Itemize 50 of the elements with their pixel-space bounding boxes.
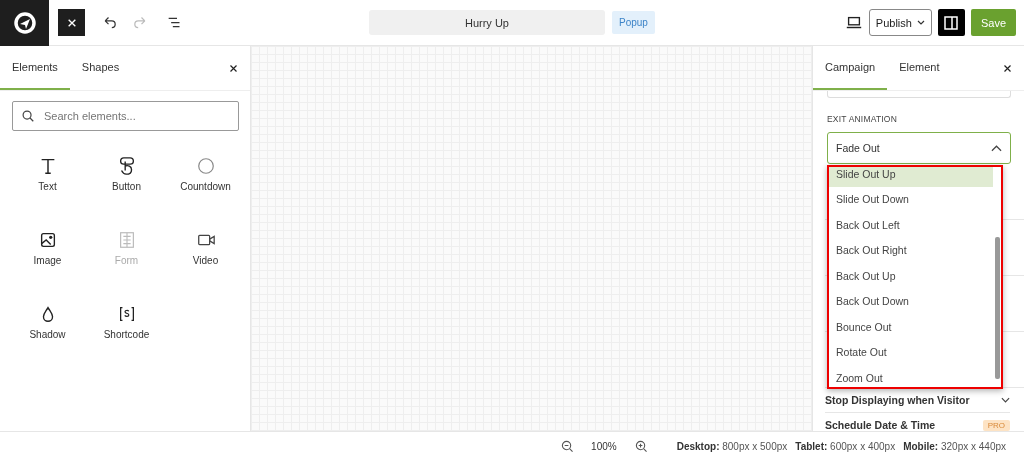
section-label: EXIT ANIMATION xyxy=(827,114,899,124)
list-icon[interactable] xyxy=(167,15,182,30)
search-field[interactable]: Search elements... xyxy=(12,101,239,131)
element-item[interactable]: Shortcode xyxy=(87,304,166,340)
dropdown-option[interactable]: Slide Out Down xyxy=(829,186,993,212)
dropdown-option[interactable]: Back Out Right xyxy=(829,237,993,263)
dropdown-option[interactable]: Back Out Left xyxy=(829,212,993,238)
logo-icon xyxy=(12,10,37,35)
pro-badge: PRO xyxy=(982,419,1010,431)
chevron-up-icon xyxy=(991,144,1002,152)
exit-animation-select[interactable]: Fade Out xyxy=(827,132,1011,164)
panel-tab[interactable]: Campaign xyxy=(813,46,888,90)
element-item[interactable]: Countdown xyxy=(166,156,245,192)
search-input[interactable]: Search elements... xyxy=(42,109,229,123)
popup-badge: Popup xyxy=(612,11,655,34)
dropdown-option[interactable]: Back Out Down xyxy=(829,288,993,314)
close-icon xyxy=(66,17,77,28)
close-icon xyxy=(229,63,238,73)
dropdown-option[interactable]: Rotate Out xyxy=(829,339,993,365)
close-icon xyxy=(1003,63,1012,73)
dropdown-option[interactable]: Zoom Out xyxy=(829,365,993,387)
publish-dropdown[interactable]: Publish xyxy=(868,9,932,36)
element-item[interactable]: Button xyxy=(87,156,166,192)
settings-section-title[interactable]: Schedule Date & Time xyxy=(825,419,936,431)
sidebar-toggle-button[interactable] xyxy=(937,9,965,36)
zoom-in-icon[interactable] xyxy=(634,440,647,452)
dropdown-option[interactable]: Slide Out Up xyxy=(829,167,993,187)
scrollbar-thumb[interactable] xyxy=(995,237,1000,379)
element-item[interactable]: Text xyxy=(8,156,87,192)
settings-section-title[interactable]: Stop Displaying when Visitor xyxy=(825,394,970,406)
zoom-out-icon[interactable] xyxy=(561,440,574,452)
panel-tab[interactable]: Element xyxy=(887,46,952,90)
element-item[interactable]: Shadow xyxy=(8,304,87,340)
dropdown-option[interactable]: Back Out Up xyxy=(829,263,993,289)
close-button[interactable] xyxy=(58,9,85,36)
panel-tab[interactable]: Shapes xyxy=(69,46,132,90)
element-item[interactable]: Image xyxy=(8,230,87,266)
input-field[interactable] xyxy=(827,91,1011,98)
chevron-down-icon xyxy=(1001,397,1010,403)
panel-icon xyxy=(944,15,959,30)
device-size-text: Mobile: 320px x 440px xyxy=(903,440,1006,452)
campaign-title-field[interactable]: Hurry Up xyxy=(369,10,605,35)
zoom-level: 100% xyxy=(591,440,617,452)
device-size-text: Desktop: 800px x 500px xyxy=(676,440,788,452)
element-item[interactable]: Video xyxy=(166,230,245,266)
dropdown-option[interactable]: Bounce Out xyxy=(829,314,993,340)
chevron-down-icon xyxy=(916,19,925,26)
search-icon xyxy=(22,110,34,122)
panel-tab[interactable]: Elements xyxy=(0,46,70,90)
device-size-text: Tablet: 600px x 400px xyxy=(795,440,896,452)
